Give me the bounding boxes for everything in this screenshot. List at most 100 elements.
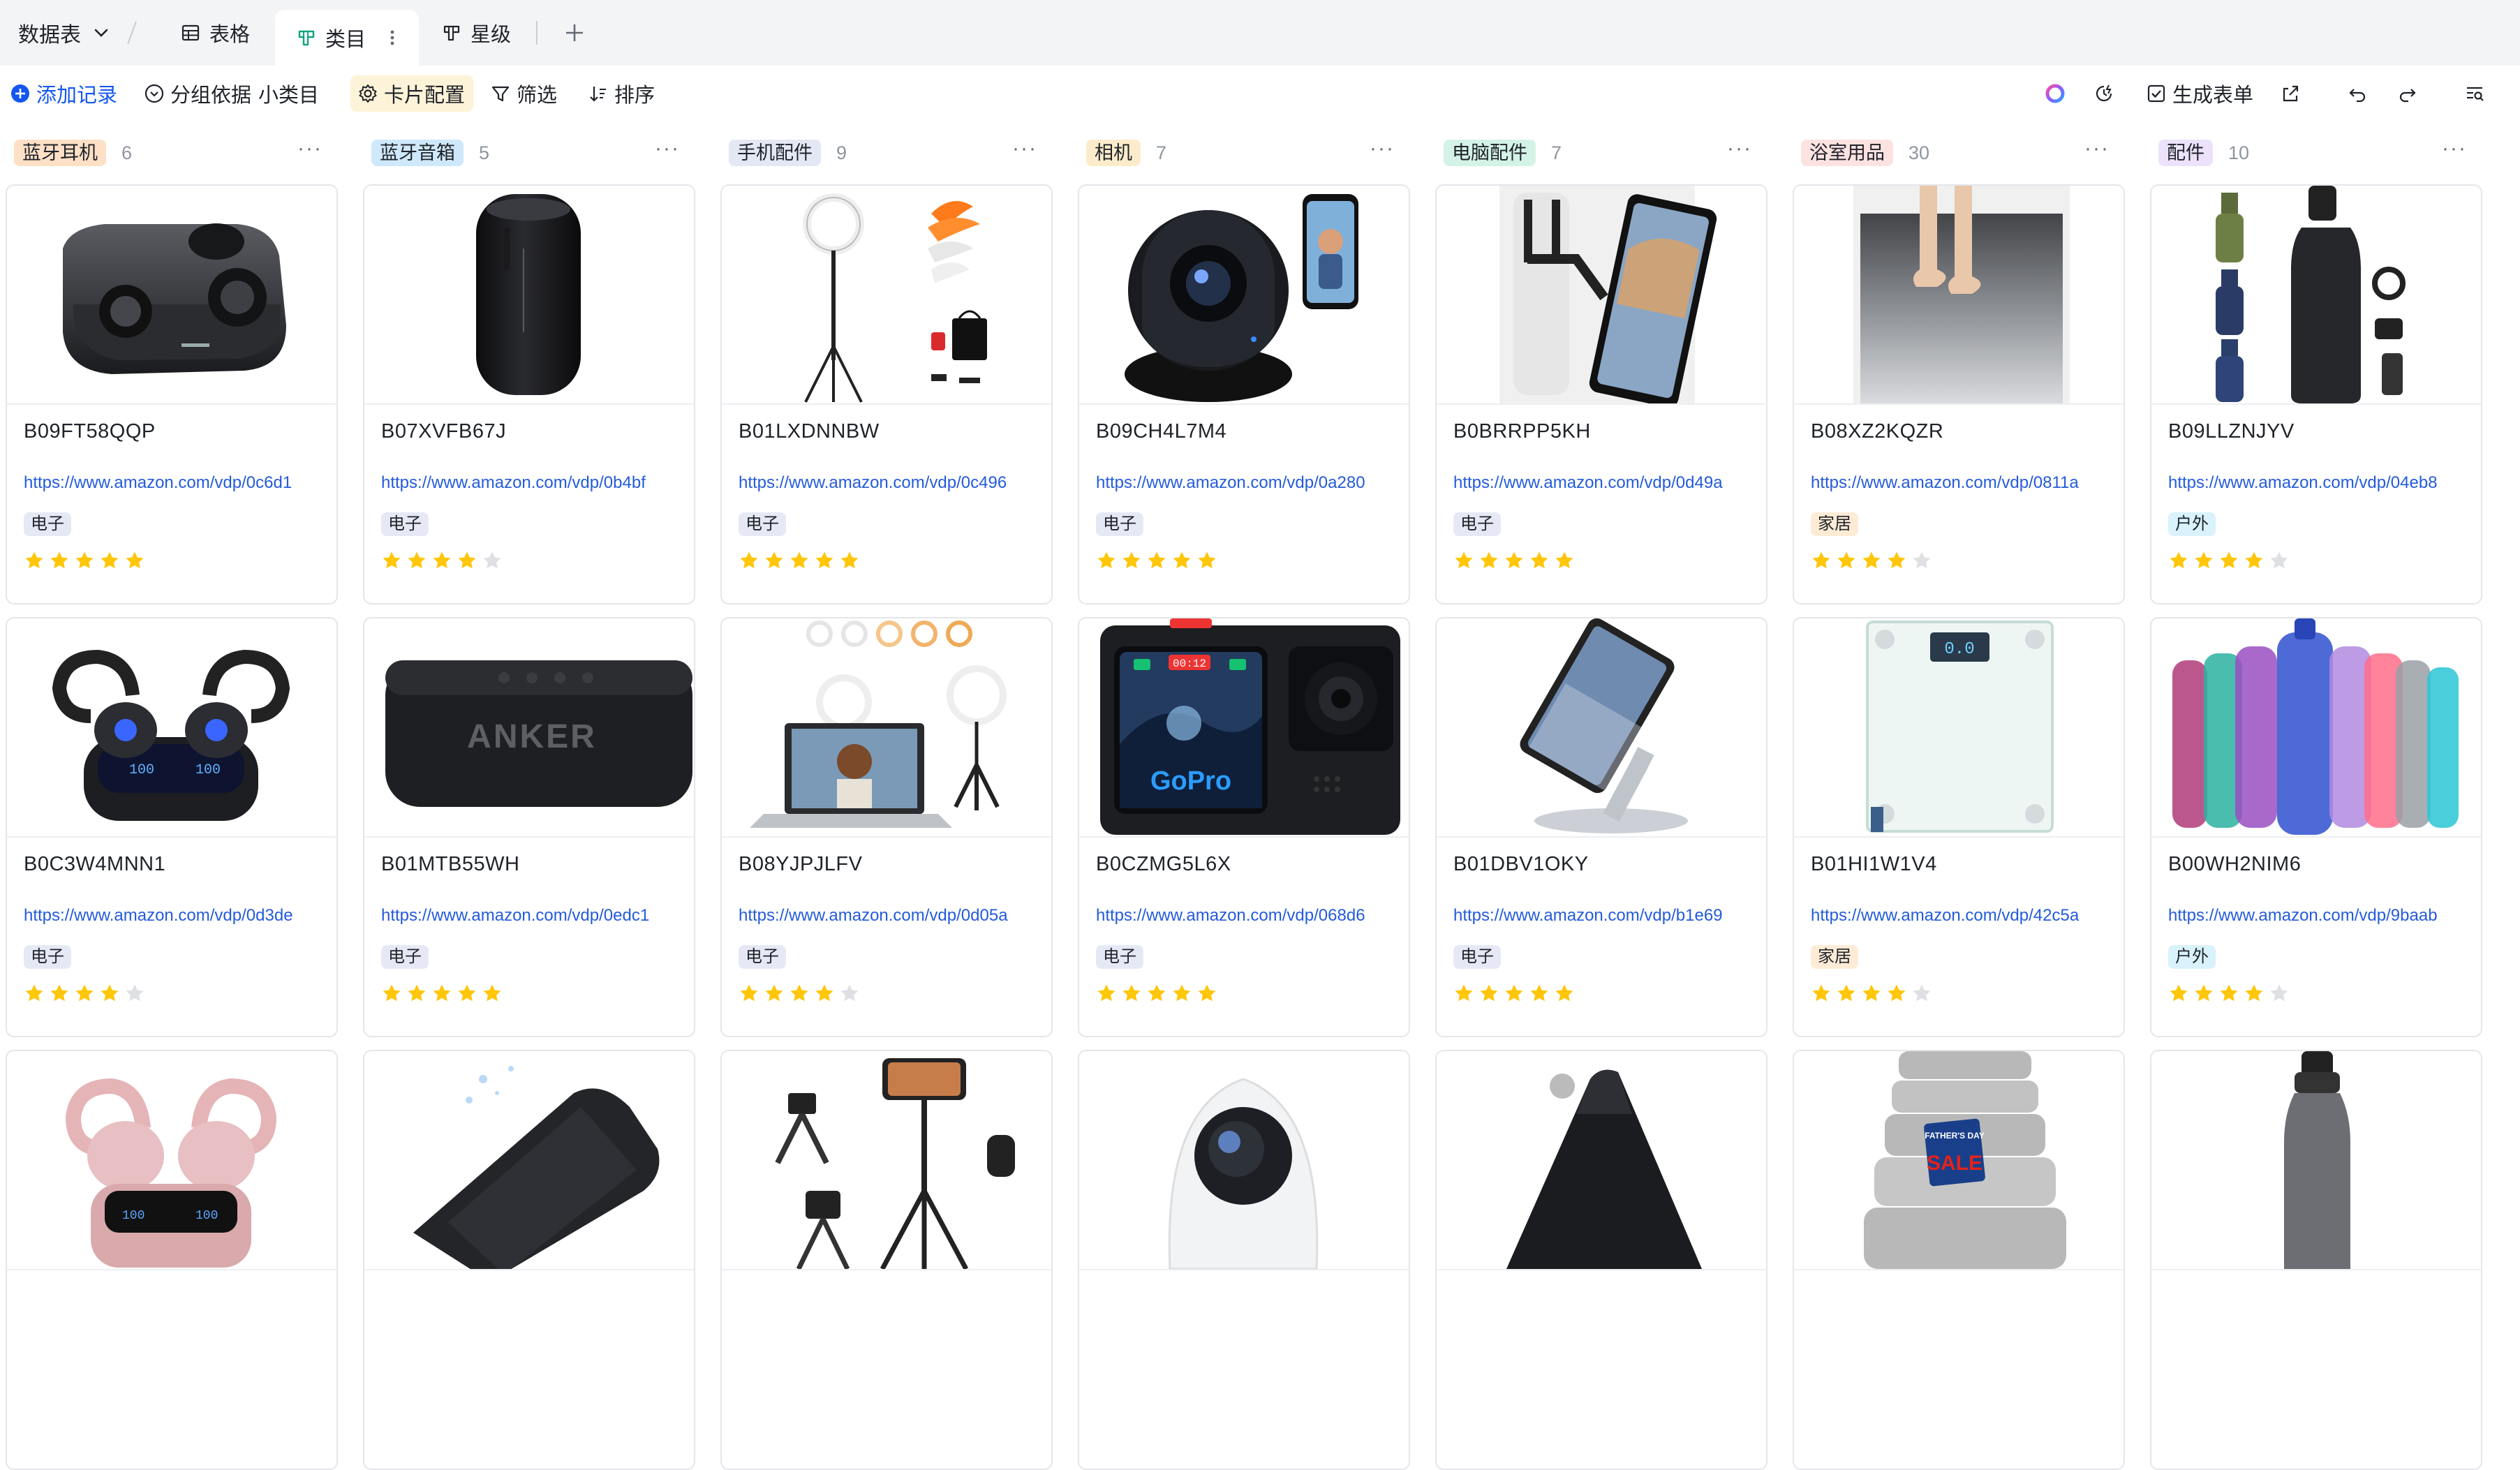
star-icon[interactable] [1861, 550, 1882, 571]
star-icon[interactable] [1146, 550, 1167, 571]
star-icon[interactable] [49, 550, 70, 571]
star-icon[interactable] [1171, 550, 1192, 571]
star-icon[interactable] [1886, 550, 1907, 571]
star-rating[interactable] [1096, 983, 1217, 1004]
star-rating[interactable] [2168, 983, 2290, 1004]
star-icon[interactable] [381, 550, 402, 571]
product-link[interactable]: https://www.amazon.com/vdp/068d6 [1096, 906, 1365, 926]
star-icon[interactable] [739, 550, 759, 571]
star-icon[interactable] [764, 550, 785, 571]
star-rating[interactable] [24, 550, 145, 571]
star-rating[interactable] [739, 983, 860, 1004]
star-icon[interactable] [1811, 550, 1832, 571]
column-more-icon[interactable]: ··· [2084, 138, 2110, 159]
star-icon[interactable] [1811, 983, 1832, 1004]
star-icon[interactable] [1504, 550, 1525, 571]
star-icon[interactable] [1478, 550, 1499, 571]
record-card[interactable] [363, 1050, 695, 1470]
star-icon[interactable] [2244, 550, 2265, 571]
column-more-icon[interactable]: ··· [2442, 138, 2467, 159]
star-icon[interactable] [24, 983, 45, 1004]
star-icon[interactable] [2269, 983, 2290, 1004]
ai-assistant-button[interactable] [2044, 66, 2072, 121]
star-icon[interactable] [764, 983, 785, 1004]
star-icon[interactable] [1554, 983, 1575, 1004]
star-icon[interactable] [124, 983, 145, 1004]
record-card[interactable]: 0.0 B01HI1W1V4 https://www.amazon.com/vdp/… [1793, 617, 2125, 1037]
star-rating[interactable] [381, 983, 503, 1004]
search-records-button[interactable] [2464, 66, 2491, 121]
record-card[interactable]: B01DBV1OKY https://www.amazon.com/vdp/b1e… [1435, 617, 1767, 1037]
record-card[interactable]: B0BRRPP5KH https://www.amazon.com/vdp/0d4… [1435, 184, 1767, 604]
star-icon[interactable] [789, 983, 810, 1004]
tab-table[interactable]: 表格 [180, 0, 250, 66]
product-link[interactable]: https://www.amazon.com/vdp/0edc1 [381, 906, 649, 926]
star-icon[interactable] [482, 550, 503, 571]
star-icon[interactable] [2168, 550, 2189, 571]
star-icon[interactable] [431, 550, 452, 571]
star-icon[interactable] [1554, 550, 1575, 571]
record-card[interactable]: B08YJPJLFV https://www.amazon.com/vdp/0d0… [720, 617, 1053, 1037]
star-icon[interactable] [1529, 983, 1550, 1004]
star-rating[interactable] [739, 550, 860, 571]
product-link[interactable]: https://www.amazon.com/vdp/0a280 [1096, 473, 1365, 493]
star-icon[interactable] [1121, 550, 1142, 571]
star-icon[interactable] [1096, 983, 1117, 1004]
record-card[interactable]: FATHER'S DAY SALE [1793, 1050, 2125, 1470]
star-icon[interactable] [74, 550, 95, 571]
record-card[interactable] [720, 1050, 1053, 1470]
star-icon[interactable] [24, 550, 45, 571]
column-more-icon[interactable]: ··· [297, 138, 323, 159]
tab-star[interactable]: 星级 [441, 0, 511, 66]
card-config-button[interactable]: 卡片配置 [357, 66, 465, 121]
record-card[interactable] [1078, 1050, 1410, 1470]
group-by-button[interactable]: 分组依据 小类目 [144, 66, 319, 121]
star-icon[interactable] [1911, 983, 1932, 1004]
star-icon[interactable] [2193, 983, 2214, 1004]
column-more-icon[interactable]: ··· [655, 138, 680, 159]
star-icon[interactable] [1861, 983, 1882, 1004]
star-icon[interactable] [2218, 550, 2239, 571]
star-icon[interactable] [1146, 983, 1167, 1004]
star-icon[interactable] [406, 983, 427, 1004]
star-icon[interactable] [1196, 550, 1217, 571]
record-card[interactable]: B09CH4L7M4 https://www.amazon.com/vdp/0a2… [1078, 184, 1410, 604]
record-card[interactable]: 100 100 B0C3W4MNN1 https://www.amazon.com/v… [6, 617, 338, 1037]
star-icon[interactable] [99, 550, 120, 571]
column-more-icon[interactable]: ··· [1370, 138, 1395, 159]
record-card[interactable]: B09LLZNJYV https://www.amazon.com/vdp/04e… [2150, 184, 2482, 604]
record-card[interactable]: 00:12 GoPro B0CZMG5L6X https://www.amazon.c… [1078, 617, 1410, 1037]
star-icon[interactable] [789, 550, 810, 571]
datatable-switcher[interactable]: 数据表 [18, 0, 112, 66]
generate-form-button[interactable]: 生成表单 [2146, 66, 2253, 121]
star-rating[interactable] [1811, 983, 1932, 1004]
product-link[interactable]: https://www.amazon.com/vdp/42c5a [1811, 906, 2079, 926]
star-rating[interactable] [1811, 550, 1932, 571]
star-icon[interactable] [1836, 550, 1857, 571]
star-icon[interactable] [74, 983, 95, 1004]
filter-button[interactable]: 筛选 [490, 66, 557, 121]
record-card[interactable]: B09FT58QQP https://www.amazon.com/vdp/0c6… [6, 184, 338, 604]
star-rating[interactable] [24, 983, 145, 1004]
product-link[interactable]: https://www.amazon.com/vdp/0811a [1811, 473, 2079, 493]
star-rating[interactable] [1453, 550, 1575, 571]
automation-button[interactable] [2093, 66, 2121, 121]
star-icon[interactable] [1911, 550, 1932, 571]
star-icon[interactable] [406, 550, 427, 571]
product-link[interactable]: https://www.amazon.com/vdp/0b4bf [381, 473, 646, 493]
product-link[interactable]: https://www.amazon.com/vdp/0c6d1 [24, 473, 292, 493]
product-link[interactable]: https://www.amazon.com/vdp/0c496 [739, 473, 1007, 493]
record-card[interactable] [1435, 1050, 1767, 1470]
star-icon[interactable] [839, 550, 860, 571]
column-more-icon[interactable]: ··· [1727, 138, 1752, 159]
star-icon[interactable] [2193, 550, 2214, 571]
star-icon[interactable] [2244, 983, 2265, 1004]
record-card[interactable]: B00WH2NIM6 https://www.amazon.com/vdp/9ba… [2150, 617, 2482, 1037]
record-card[interactable]: B07XVFB67J https://www.amazon.com/vdp/0b4… [363, 184, 695, 604]
record-card[interactable]: 100 100 [6, 1050, 338, 1470]
star-icon[interactable] [1171, 983, 1192, 1004]
star-icon[interactable] [124, 550, 145, 571]
star-icon[interactable] [814, 550, 835, 571]
more-vertical-icon[interactable] [388, 27, 396, 48]
star-icon[interactable] [1453, 983, 1474, 1004]
